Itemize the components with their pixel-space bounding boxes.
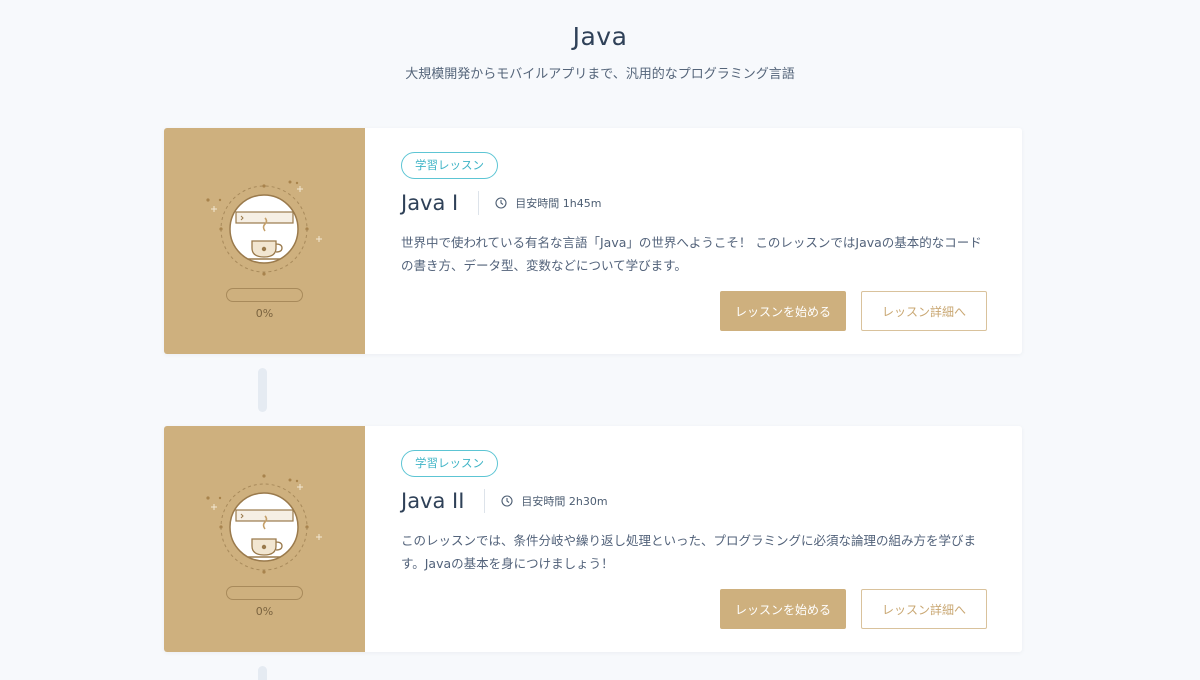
- course-page: Java 大規模開発からモバイルアプリまで、汎用的なプログラミング言語 0% 学…: [0, 0, 1200, 680]
- lesson-actions: レッスンを始める レッスン詳細へ: [720, 291, 987, 331]
- lesson-connector: [258, 666, 267, 680]
- progress-label: 0%: [255, 307, 274, 320]
- clock-icon: [501, 495, 513, 507]
- lesson-detail-button[interactable]: レッスン詳細へ: [861, 291, 987, 331]
- coffee-cup-icon: [206, 180, 322, 276]
- lesson-time: 目安時間 1h45m: [495, 195, 601, 211]
- progress-bar: [226, 288, 303, 302]
- lesson-card: 0% 学習レッスン Java I 目安時間 1h45m 世界中で使われている有名…: [164, 128, 1022, 354]
- title-divider: [484, 489, 486, 513]
- lesson-connector: [258, 368, 267, 412]
- start-lesson-button[interactable]: レッスンを始める: [720, 291, 846, 331]
- lesson-title: Java II: [401, 489, 465, 513]
- lesson-type-badge: 学習レッスン: [401, 152, 498, 179]
- lesson-card: 0% 学習レッスン Java II 目安時間 2h30m このレッスンでは、条件…: [164, 426, 1022, 652]
- course-title: Java: [572, 22, 628, 51]
- lesson-thumbnail: 0%: [164, 426, 365, 652]
- lesson-title: Java I: [401, 191, 459, 215]
- course-header: Java 大規模開発からモバイルアプリまで、汎用的なプログラミング言語: [0, 22, 1200, 82]
- lesson-type-badge: 学習レッスン: [401, 450, 498, 477]
- coffee-cup-icon: [206, 474, 322, 574]
- lesson-detail-button[interactable]: レッスン詳細へ: [861, 589, 987, 629]
- start-lesson-button[interactable]: レッスンを始める: [720, 589, 846, 629]
- lesson-time-label: 目安時間 2h30m: [521, 495, 608, 508]
- lesson-description: 世界中で使われている有名な言語「Java」の世界へようこそ！ このレッスンではJ…: [401, 235, 982, 273]
- course-subtitle: 大規模開発からモバイルアプリまで、汎用的なプログラミング言語: [405, 67, 795, 82]
- lesson-time: 目安時間 2h30m: [501, 493, 608, 509]
- progress-label: 0%: [255, 605, 274, 618]
- lesson-time-label: 目安時間 1h45m: [515, 197, 602, 210]
- lesson-title-row: Java I 目安時間 1h45m: [401, 189, 991, 217]
- lesson-actions: レッスンを始める レッスン詳細へ: [720, 589, 987, 629]
- lesson-body: 学習レッスン Java I 目安時間 1h45m 世界中で使われている有名な言語…: [401, 152, 991, 277]
- lesson-title-row: Java II 目安時間 2h30m: [401, 487, 991, 515]
- title-divider: [478, 191, 480, 215]
- clock-icon: [495, 197, 507, 209]
- lesson-thumbnail: 0%: [164, 128, 365, 354]
- progress-bar: [226, 586, 303, 600]
- lesson-description: このレッスンでは、条件分岐や繰り返し処理といった、プログラミングに必須な論理の組…: [401, 533, 977, 571]
- lesson-body: 学習レッスン Java II 目安時間 2h30m このレッスンでは、条件分岐や…: [401, 450, 991, 575]
